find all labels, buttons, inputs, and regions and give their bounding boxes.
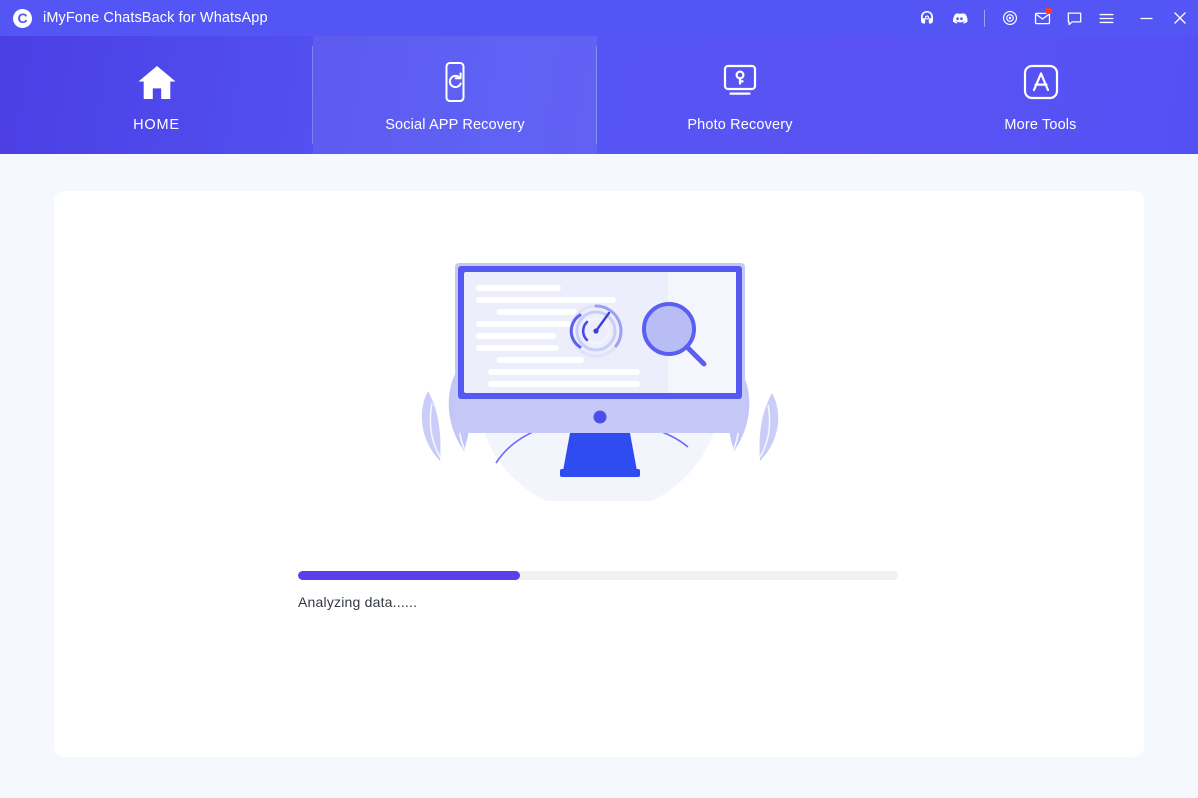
titlebar-gap — [1122, 18, 1130, 19]
monitor-key-icon — [718, 57, 762, 103]
chatsback-logo-icon: C — [13, 8, 32, 28]
hamburger-menu-icon[interactable] — [1090, 0, 1122, 36]
tab-photo-recovery[interactable]: Photo Recovery — [597, 36, 883, 154]
content-card: Analyzing data...... — [54, 191, 1144, 757]
progress-bar-track — [298, 571, 898, 580]
mail-icon[interactable] — [1026, 0, 1058, 36]
progress-status-text: Analyzing data...... — [298, 594, 418, 610]
titlebar-actions — [911, 0, 1198, 36]
app-title: iMyFone ChatsBack for WhatsApp — [43, 10, 268, 26]
discord-icon[interactable] — [943, 0, 975, 36]
main-navigation: HOME Social APP Recovery Photo Recovery … — [0, 36, 1198, 154]
phone-refresh-icon — [438, 57, 472, 103]
home-icon — [135, 57, 179, 103]
support-headset-icon[interactable] — [911, 0, 943, 36]
progress-bar-fill — [298, 571, 520, 580]
chat-bubble-icon[interactable] — [1058, 0, 1090, 36]
target-icon[interactable] — [994, 0, 1026, 36]
title-bar: C iMyFone ChatsBack for WhatsApp — [0, 0, 1198, 36]
tab-social-app-recovery-label: Social APP Recovery — [385, 117, 525, 133]
progress-section: Analyzing data...... — [298, 571, 900, 610]
tab-more-tools[interactable]: More Tools — [883, 36, 1198, 154]
minimize-icon[interactable] — [1130, 0, 1162, 36]
app-window: C iMyFone ChatsBack for WhatsApp HOME So… — [0, 0, 1198, 798]
tab-social-app-recovery[interactable]: Social APP Recovery — [313, 36, 597, 154]
brand: C iMyFone ChatsBack for WhatsApp — [0, 8, 268, 28]
tab-home-label: HOME — [133, 117, 180, 133]
titlebar-separator — [984, 9, 985, 27]
tab-home[interactable]: HOME — [0, 36, 313, 154]
desktop-scan-illustration — [54, 191, 1144, 561]
tab-photo-recovery-label: Photo Recovery — [687, 117, 793, 133]
app-store-icon — [1021, 57, 1061, 103]
tab-more-tools-label: More Tools — [1004, 117, 1077, 133]
close-icon[interactable] — [1162, 0, 1198, 36]
mail-notification-badge — [1046, 8, 1052, 14]
